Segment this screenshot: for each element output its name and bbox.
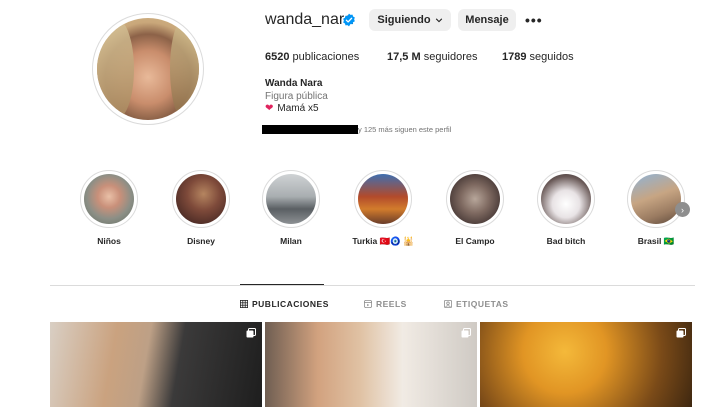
avatar-image	[97, 18, 199, 120]
posts-count: 6520	[265, 51, 290, 63]
tab-label: ETIQUETAS	[456, 299, 509, 309]
highlight-label: Turkia 🇹🇷🧿 🕌	[352, 236, 414, 246]
active-tab-indicator	[240, 284, 324, 285]
bio: ❤ Mamá x5	[265, 103, 319, 114]
highlight-ninos[interactable]: Niños	[80, 170, 138, 246]
mutual-followers-note[interactable]: y 125 más siguen este perfil	[358, 125, 451, 134]
multiple-images-icon	[461, 328, 471, 338]
full-name: Wanda Nara	[265, 78, 323, 89]
highlight-turkia[interactable]: Turkia 🇹🇷🧿 🕌	[352, 170, 414, 247]
post-thumbnail[interactable]	[480, 322, 692, 407]
tab-label: REELS	[376, 299, 407, 309]
following-button[interactable]: Siguiendo	[369, 9, 451, 31]
highlight-label: Niños	[97, 236, 121, 246]
following-count: 1789	[502, 51, 527, 63]
highlight-milan[interactable]: Milan	[262, 170, 320, 246]
username: wanda_nara	[265, 11, 354, 28]
verified-badge-icon	[343, 13, 355, 27]
message-button[interactable]: Mensaje	[458, 9, 516, 31]
tab-label: PUBLICACIONES	[252, 299, 329, 309]
grid-icon	[240, 300, 248, 308]
posts-label: publicaciones	[292, 51, 360, 63]
message-button-label: Mensaje	[465, 14, 509, 26]
tab-etiquetas[interactable]: ETIQUETAS	[444, 299, 509, 309]
tabs-divider	[50, 285, 695, 286]
multiple-images-icon	[246, 328, 256, 338]
followers-stat[interactable]: 17,5 M seguidores	[387, 51, 478, 63]
reels-icon	[364, 300, 372, 308]
post-thumbnail[interactable]	[50, 322, 262, 407]
tab-publicaciones[interactable]: PUBLICACIONES	[240, 299, 329, 309]
followers-count: 17,5 M	[387, 51, 421, 63]
redacted-follower-names	[262, 125, 358, 134]
chevron-right-icon[interactable]: ›	[675, 202, 690, 217]
following-label: seguidos	[529, 51, 574, 63]
following-button-label: Siguiendo	[377, 14, 431, 26]
bio-text: Mamá x5	[277, 103, 319, 114]
followers-label: seguidores	[423, 51, 478, 63]
highlight-label: Disney	[187, 236, 215, 246]
highlight-label: Bad bitch	[546, 236, 586, 246]
heart-icon: ❤	[265, 103, 274, 114]
highlight-disney[interactable]: Disney	[172, 170, 230, 246]
profile-avatar[interactable]	[92, 13, 204, 125]
highlight-label: Brasil 🇧🇷	[637, 236, 675, 246]
more-options-icon[interactable]: •••	[525, 12, 543, 28]
following-stat[interactable]: 1789 seguidos	[502, 51, 574, 63]
highlight-label: Milan	[280, 236, 302, 246]
post-thumbnail[interactable]	[265, 322, 477, 407]
chevron-down-icon	[435, 18, 442, 23]
highlight-label: El Campo	[455, 236, 495, 246]
multiple-images-icon	[676, 328, 686, 338]
category-label: Figura pública	[265, 91, 328, 102]
highlight-el-campo[interactable]: El Campo	[446, 170, 504, 246]
tagged-icon	[444, 300, 452, 308]
highlight-bad-bitch[interactable]: Bad bitch	[537, 170, 595, 246]
tab-reels[interactable]: REELS	[364, 299, 407, 309]
posts-stat: 6520 publicaciones	[265, 51, 359, 63]
